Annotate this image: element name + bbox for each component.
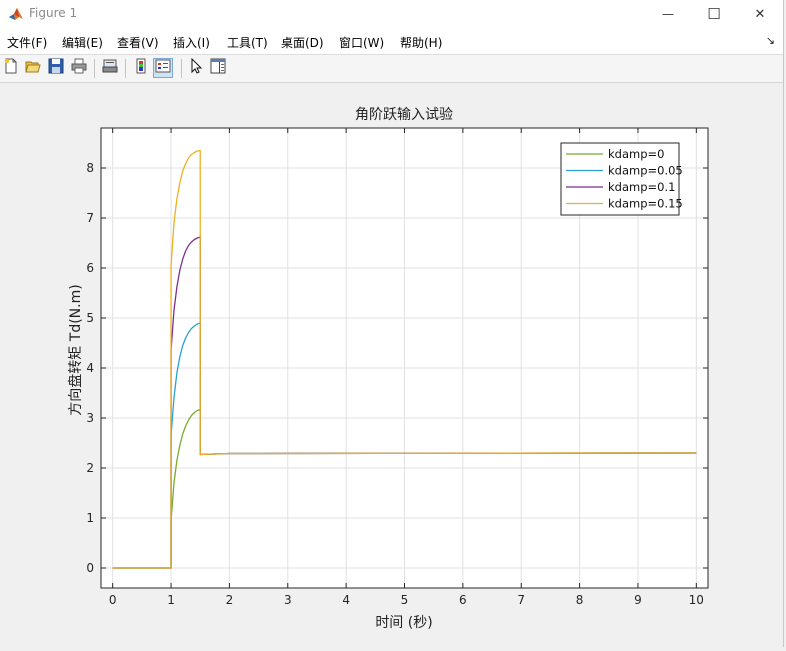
line-chart[interactable]: 0 1 2 3 4 5 6 7 8 9 10 0 1 2 3 4 5 6 7 8 角阶跃输入试验 时间 (秒) 方向盘… xyxy=(0,83,783,647)
open-file-button[interactable] xyxy=(23,58,43,78)
toolbar-separator xyxy=(125,59,126,78)
chart-title: 角阶跃输入试验 xyxy=(355,107,453,123)
x-tick-label: 7 xyxy=(517,593,525,607)
property-inspector-button[interactable] xyxy=(208,58,228,78)
open-file-icon xyxy=(25,58,41,78)
y-tick-label: 1 xyxy=(86,511,94,525)
menu-window[interactable]: 窗口(W) xyxy=(339,34,384,51)
x-tick-label: 10 xyxy=(689,593,704,607)
legend[interactable]: kdamp=0 kdamp=0.05 kdamp=0.1 kdamp=0.15 xyxy=(560,142,683,216)
minimize-button[interactable]: — xyxy=(645,0,691,28)
legend-label-2: kdamp=0.1 xyxy=(608,180,675,194)
print-icon xyxy=(71,58,87,78)
colorbar-icon xyxy=(133,58,149,78)
menu-file[interactable]: 文件(F) xyxy=(7,34,47,51)
y-tick-label: 6 xyxy=(86,261,94,275)
maximize-button[interactable]: ☐ xyxy=(691,0,737,28)
property-inspector-icon xyxy=(210,58,226,78)
title-bar: Figure 1 — ☐ ✕ xyxy=(0,0,783,28)
y-tick-label: 3 xyxy=(86,411,94,425)
menu-bar: 文件(F) 编辑(E) 查看(V) 插入(I) 工具(T) 桌面(D) 窗口(W… xyxy=(0,28,783,55)
y-axis-label: 方向盘转矩 Td(N.m) xyxy=(67,284,84,415)
y-tick-label: 7 xyxy=(86,211,94,225)
legend-label-3: kdamp=0.15 xyxy=(608,197,683,211)
y-tick-label: 0 xyxy=(86,561,94,575)
select-arrow-icon xyxy=(188,57,204,78)
print-preview-button[interactable] xyxy=(100,58,120,78)
minimize-icon: — xyxy=(662,7,674,21)
y-tick-label: 5 xyxy=(86,311,94,325)
x-tick-label: 6 xyxy=(459,593,467,607)
x-tick-label: 2 xyxy=(226,593,234,607)
new-figure-icon xyxy=(3,58,19,78)
insert-colorbar-button[interactable] xyxy=(131,58,151,78)
print-preview-icon xyxy=(102,58,118,78)
x-tick-label: 9 xyxy=(634,593,642,607)
figure-window: Figure 1 — ☐ ✕ 文件(F) 编辑(E) 查看(V) 插入(I) 工… xyxy=(0,0,784,647)
close-button[interactable]: ✕ xyxy=(737,0,783,28)
x-tick-label: 8 xyxy=(576,593,584,607)
menu-view[interactable]: 查看(V) xyxy=(117,34,159,51)
x-tick-label: 3 xyxy=(284,593,292,607)
y-tick-label: 8 xyxy=(86,161,94,175)
new-figure-button[interactable] xyxy=(1,58,21,78)
save-button[interactable] xyxy=(46,58,66,78)
menu-tools[interactable]: 工具(T) xyxy=(227,34,268,51)
menu-desktop[interactable]: 桌面(D) xyxy=(281,34,324,51)
menu-overflow-icon[interactable]: ↘ xyxy=(766,34,775,47)
y-tick-label: 4 xyxy=(86,361,94,375)
toolbar-separator xyxy=(94,59,95,78)
legend-label-0: kdamp=0 xyxy=(608,147,664,161)
figure-toolbar xyxy=(0,55,783,83)
x-tick-label: 4 xyxy=(342,593,350,607)
menu-help[interactable]: 帮助(H) xyxy=(400,34,442,51)
menu-edit[interactable]: 编辑(E) xyxy=(62,34,103,51)
insert-legend-button[interactable] xyxy=(153,58,173,78)
x-axis-label: 时间 (秒) xyxy=(375,615,432,631)
matlab-logo-icon xyxy=(8,6,24,22)
maximize-icon: ☐ xyxy=(707,5,721,23)
menu-insert[interactable]: 插入(I) xyxy=(173,34,210,51)
x-tick-label: 0 xyxy=(109,593,117,607)
toolbar-separator xyxy=(181,59,182,78)
window-title: Figure 1 xyxy=(29,6,78,20)
legend-label-1: kdamp=0.05 xyxy=(608,164,683,178)
edit-plot-button[interactable] xyxy=(186,57,206,78)
close-icon: ✕ xyxy=(754,6,766,22)
x-tick-label: 5 xyxy=(401,593,409,607)
y-tick-label: 2 xyxy=(86,461,94,475)
x-tick-label: 1 xyxy=(167,593,175,607)
legend-icon xyxy=(155,58,171,78)
figure-canvas-area: 0 1 2 3 4 5 6 7 8 9 10 0 1 2 3 4 5 6 7 8 角阶跃输入试验 时间 (秒) 方向盘… xyxy=(0,83,783,647)
print-button[interactable] xyxy=(69,58,89,78)
save-icon xyxy=(48,58,64,78)
